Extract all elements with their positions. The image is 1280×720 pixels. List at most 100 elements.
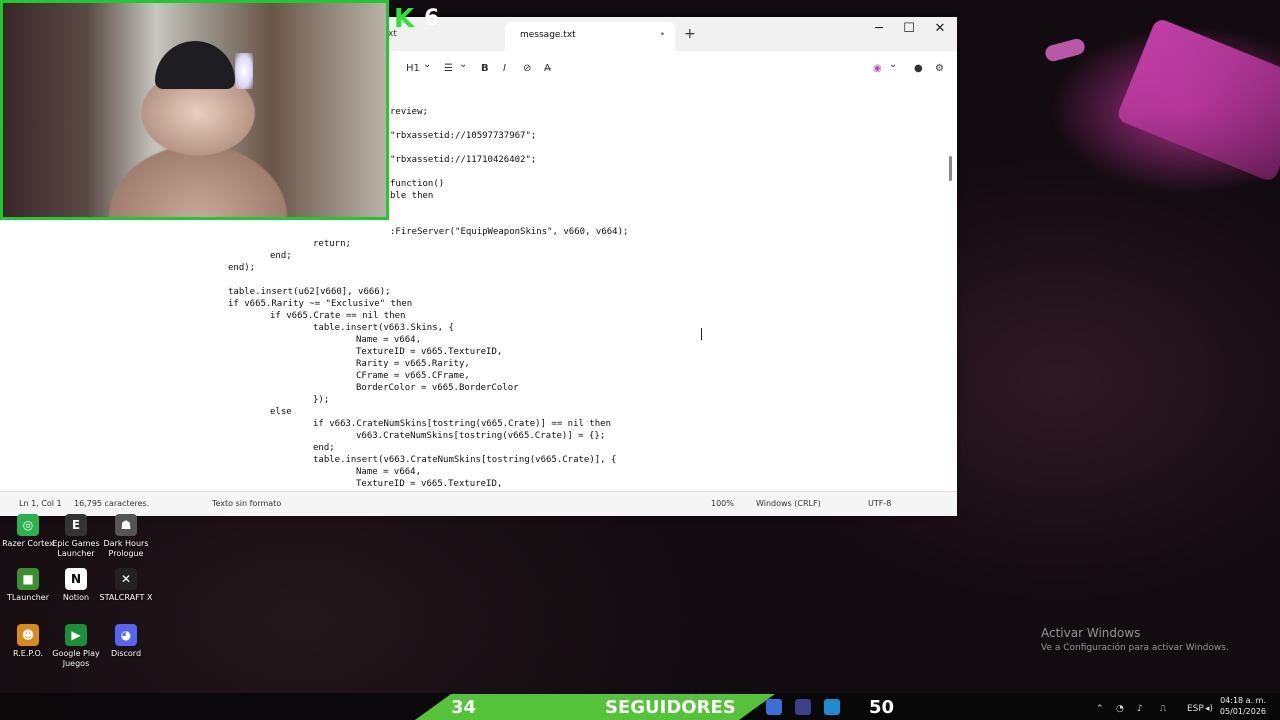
list-icon[interactable]: ☰ (444, 63, 453, 74)
watermark-title: Activar Windows (1041, 626, 1141, 640)
desktop-icon-label: Notion (62, 593, 90, 602)
line-ending[interactable]: Windows (CRLF) (756, 499, 821, 508)
microphone-icon[interactable]: ♪ (1137, 704, 1143, 714)
clock-time: 04:18 a. m. (1220, 696, 1266, 705)
watermark-subtitle: Ve a Configuración para activar Windows. (1041, 643, 1229, 653)
zoom-level[interactable]: 100% (711, 499, 734, 508)
code-line: Name = v664, (356, 467, 422, 477)
tray-chevron-icon[interactable]: ⌃ (1096, 704, 1104, 714)
heading-chevron-icon[interactable]: ⌄ (423, 59, 431, 70)
activate-windows-watermark: Activar Windows Ve a Configuración para … (1041, 626, 1229, 653)
code-line: v663.CrateNumSkins[tostring(v665.Crate)]… (356, 431, 606, 441)
code-line: end); (228, 263, 256, 273)
code-line: "rbxassetid://11710426402"; (390, 155, 537, 165)
app-icon: N (65, 568, 87, 590)
code-line: "rbxassetid://10597737967"; (390, 131, 537, 141)
desktop-icon[interactable]: ☗ Dark Hours Prologue (98, 514, 154, 559)
follower-label: SEGUIDORES (605, 697, 736, 718)
list-chevron-icon[interactable]: ⌄ (459, 59, 467, 70)
webcam-overlay (0, 0, 389, 220)
maximize-button[interactable]: ☐ (894, 21, 924, 36)
app-icon: ☗ (115, 514, 137, 536)
code-line: table.insert(v663.CrateNumSkins[tostring… (313, 455, 617, 465)
desktop-icon[interactable]: E Epic Games Launcher (48, 514, 104, 559)
code-line: TextureID = v665.TextureID, (356, 347, 503, 357)
copilot-icon[interactable]: ◉ (873, 63, 882, 74)
code-line: BorderColor = v665.BorderColor (356, 383, 519, 393)
clock-date: 05/01/2026 (1219, 707, 1266, 716)
code-line: TextureID = v665.TextureID, (356, 479, 503, 489)
desktop-icon[interactable]: ✕ STALCRAFT X (98, 568, 154, 603)
code-line: table.insert(u62[v660], v666); (228, 287, 391, 297)
code-line: Rarity = v665.Rarity, (356, 359, 470, 369)
code-line: CFrame = v665.CFrame, (356, 371, 470, 381)
app-icon: E (65, 514, 87, 536)
desktop-icon-label: Epic Games Launcher (52, 539, 100, 558)
text-cursor-icon (701, 328, 702, 340)
code-line: review; (390, 107, 428, 117)
copilot-chevron-icon[interactable]: ⌄ (889, 59, 897, 70)
code-line: end; (270, 251, 292, 261)
code-line: function() (390, 179, 445, 189)
streamer-cap (155, 41, 235, 89)
desktop-icon-label: Google Play Juegos (52, 649, 100, 668)
new-tab-button[interactable]: + (684, 26, 696, 42)
background-lamp (235, 53, 253, 89)
code-line: end; (313, 443, 335, 453)
channel-logo: K 6 (394, 4, 444, 34)
clock[interactable]: 04:18 a. m. 05/01/2026 (1220, 695, 1266, 717)
app-icon: ☻ (17, 624, 39, 646)
format-mode[interactable]: Texto sin formato (212, 499, 281, 508)
app-icon: ◎ (17, 514, 39, 536)
desktop-icon[interactable]: N Notion (48, 568, 104, 603)
clear-format-icon[interactable]: A̶ (544, 63, 551, 74)
desktop-icon-label: Dark Hours Prologue (103, 539, 149, 558)
code-line: }); (313, 395, 330, 405)
tab-title: message.txt (520, 30, 576, 40)
link-icon[interactable]: ⊘ (523, 63, 531, 74)
code-line: if v665.Rarity ~= "Exclusive" then (228, 299, 413, 309)
desktop-icon[interactable]: ▶ Google Play Juegos (48, 624, 104, 669)
desktop-icon[interactable]: ◕ Discord (98, 624, 154, 659)
app-icon: ■ (17, 568, 39, 590)
bold-button[interactable]: B (481, 63, 489, 74)
code-line: :FireServer("EquipWeaponSkins", v660, v6… (390, 227, 629, 237)
code-line: ble then (390, 191, 434, 201)
app-icon: ▶ (65, 624, 87, 646)
logo-letter: K (394, 4, 415, 34)
settings-icon[interactable]: ⚙ (935, 63, 944, 74)
taskbar: 34 SEGUIDORES 50 ⌃ ◔ ♪ ⎍ ESP ◂) 04:18 a.… (0, 693, 1280, 720)
unsaved-indicator-icon[interactable]: • (660, 30, 665, 40)
volume-icon[interactable]: ◂) (1205, 704, 1213, 714)
vertical-scrollbar[interactable] (949, 156, 952, 181)
cursor-position: Ln 1, Col 1 (19, 499, 62, 508)
character-count: 16,795 caracteres. (74, 499, 150, 508)
status-bar: Ln 1, Col 1 16,795 caracteres. Texto sin… (0, 491, 957, 516)
code-line: table.insert(v663.Skins, { (313, 323, 454, 333)
streamer-figure (103, 68, 293, 217)
minimize-button[interactable]: ─ (864, 21, 894, 36)
encoding[interactable]: UTF-8 (868, 499, 891, 508)
language-indicator[interactable]: ESP (1187, 704, 1204, 714)
code-line: else (270, 407, 292, 417)
wifi-icon[interactable]: ◔ (1116, 704, 1124, 714)
close-button[interactable]: ✕ (925, 21, 955, 36)
taskbar-app-vscode-icon[interactable] (766, 699, 782, 715)
network-icon[interactable]: ⎍ (1160, 704, 1166, 714)
app-icon: ◕ (115, 624, 137, 646)
desktop-icon-label: STALCRAFT X (99, 593, 153, 602)
logo-number: 6 (424, 6, 440, 31)
taskbar-app-steam-icon[interactable] (795, 699, 811, 715)
account-icon[interactable]: ● (914, 63, 923, 74)
code-line: Name = v664, (356, 335, 422, 345)
follower-count: 34 (451, 697, 477, 718)
heading-button[interactable]: H1 (406, 63, 420, 74)
code-line: return; (313, 239, 351, 249)
follower-goal: 50 (869, 697, 895, 718)
taskbar-app-notepad-icon[interactable] (824, 699, 840, 715)
desktop-icon-label: Discord (110, 649, 142, 658)
tab-message-txt[interactable]: message.txt • (505, 22, 675, 51)
italic-button[interactable]: I (503, 63, 506, 74)
code-line: if v665.Crate == nil then (270, 311, 406, 321)
app-icon: ✕ (115, 568, 137, 590)
